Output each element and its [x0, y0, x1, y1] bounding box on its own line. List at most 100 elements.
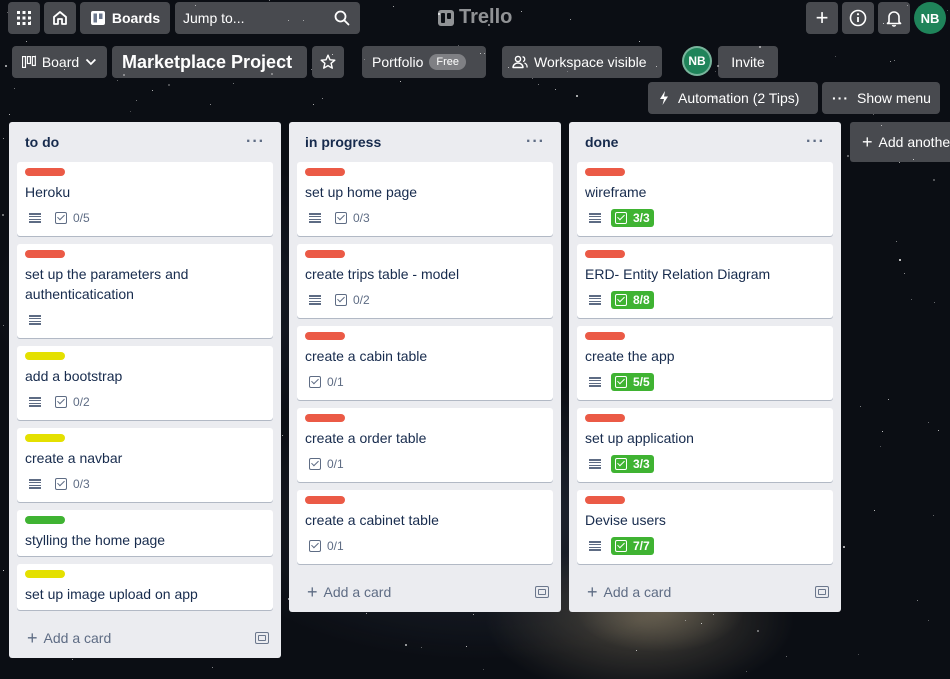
card-label-red[interactable] [305, 250, 345, 258]
plus-icon: + [815, 5, 829, 30]
card[interactable]: create a order table 0/1 [297, 408, 553, 482]
card[interactable]: create the app 5/5 [577, 326, 833, 400]
user-avatar[interactable]: NB [914, 2, 946, 34]
card[interactable]: create trips table - model 0/2 [297, 244, 553, 318]
checklist-count: 8/8 [633, 293, 650, 307]
home-button[interactable] [44, 2, 76, 34]
description-icon [309, 295, 321, 305]
card[interactable]: Heroku 0/5 [17, 162, 273, 236]
card-label-red[interactable] [25, 168, 65, 176]
list-header[interactable]: in progress ··· [297, 122, 553, 162]
card[interactable]: create a cabin table 0/1 [297, 326, 553, 400]
description-icon [29, 315, 41, 325]
card[interactable]: create a navbar 0/3 [17, 428, 273, 502]
info-icon [849, 9, 867, 27]
search-icon [334, 10, 350, 26]
checklist-icon [615, 212, 627, 224]
card[interactable]: set up image upload on app [17, 564, 273, 610]
card-badges: 0/1 [305, 452, 545, 476]
list-in-progress[interactable]: in progress ··· set up home page 0/3 create … [289, 122, 561, 612]
show-menu-button[interactable]: ··· Show menu [822, 82, 940, 114]
card[interactable]: set up home page 0/3 [297, 162, 553, 236]
list-actions-icon[interactable]: ··· [246, 133, 265, 151]
boards-label: Boards [111, 10, 161, 26]
card-label-red[interactable] [25, 250, 65, 258]
checklist-count: 0/1 [327, 539, 344, 553]
card-label-red[interactable] [585, 332, 625, 340]
checklist-icon [55, 396, 67, 408]
board-title-button[interactable]: Marketplace Project [112, 46, 307, 78]
list-header[interactable]: to do ··· [17, 122, 273, 162]
notifications-button[interactable] [878, 2, 910, 34]
card-template-icon[interactable] [815, 586, 829, 598]
card-label-red[interactable] [305, 168, 345, 176]
checklist-icon [55, 212, 67, 224]
card[interactable]: ERD- Entity Relation Diagram 8/8 [577, 244, 833, 318]
card[interactable]: stylling the home page [17, 510, 273, 556]
star-board-button[interactable] [312, 46, 344, 78]
card-label-red[interactable] [305, 414, 345, 422]
checklist-icon [615, 376, 627, 388]
card[interactable]: wireframe 3/3 [577, 162, 833, 236]
search-input[interactable]: Jump to... [175, 2, 360, 34]
checklist-badge: 0/1 [305, 455, 348, 473]
board-view-switcher[interactable]: Board [12, 46, 107, 78]
checklist-badge: 0/1 [305, 537, 348, 555]
card-label-red[interactable] [305, 496, 345, 504]
list-done[interactable]: done ··· wireframe 3/3 ERD- Entity Relation … [569, 122, 841, 612]
list-actions-icon[interactable]: ··· [806, 133, 825, 151]
card-label-yellow[interactable] [25, 352, 65, 360]
checklist-badge: 8/8 [611, 291, 654, 309]
card-label-green[interactable] [25, 516, 65, 524]
add-card-button[interactable]: + Add a card [587, 583, 671, 601]
card-label-red[interactable] [585, 250, 625, 258]
top-navigation-bar: Boards Jump to... Trello + NB [0, 0, 950, 36]
checklist-badge: 0/1 [305, 373, 348, 391]
description-icon [309, 213, 321, 223]
card[interactable]: set up the parameters and authenticatica… [17, 244, 273, 338]
card-label-yellow[interactable] [25, 570, 65, 578]
card-badges: 0/5 [25, 206, 265, 230]
list-title[interactable]: in progress [305, 134, 381, 150]
card[interactable]: set up application 3/3 [577, 408, 833, 482]
trello-logo[interactable]: Trello [438, 6, 512, 29]
card-label-red[interactable] [585, 414, 625, 422]
list-title[interactable]: done [585, 134, 618, 150]
boards-button[interactable]: Boards [80, 2, 170, 34]
automation-label: Automation (2 Tips) [678, 90, 800, 106]
card-label-red[interactable] [305, 332, 345, 340]
checklist-badge: 7/7 [611, 537, 654, 555]
card-label-yellow[interactable] [25, 434, 65, 442]
card-badges: 3/3 [585, 452, 825, 476]
card[interactable]: add a bootstrap 0/2 [17, 346, 273, 420]
list-header[interactable]: done ··· [577, 122, 833, 162]
app-switcher-button[interactable] [8, 2, 40, 34]
board-member-avatar[interactable]: NB [682, 46, 712, 76]
list-title[interactable]: to do [25, 134, 59, 150]
card[interactable]: create a cabinet table 0/1 [297, 490, 553, 564]
add-card-button[interactable]: + Add a card [27, 629, 111, 647]
card-template-icon[interactable] [535, 586, 549, 598]
plus-icon: + [862, 132, 873, 152]
workspace-button[interactable]: Portfolio Free [362, 46, 486, 78]
card-badges: 5/5 [585, 370, 825, 394]
card-badges: 0/3 [25, 472, 265, 496]
information-button[interactable] [842, 2, 874, 34]
add-card-button[interactable]: + Add a card [307, 583, 391, 601]
automation-button[interactable]: Automation (2 Tips) [648, 82, 818, 114]
card-title: set up application [585, 430, 694, 446]
visibility-label: Workspace visible [534, 54, 647, 70]
card-label-red[interactable] [585, 168, 625, 176]
search-placeholder: Jump to... [183, 10, 245, 26]
card-label-red[interactable] [585, 496, 625, 504]
add-list-button[interactable]: + Add another list [850, 122, 950, 162]
list-actions-icon[interactable]: ··· [526, 133, 545, 151]
card[interactable]: Devise users 7/7 [577, 490, 833, 564]
create-button[interactable]: + [806, 2, 838, 34]
invite-button[interactable]: Invite [718, 46, 778, 78]
list-to-do[interactable]: to do ··· Heroku 0/5 set up the parameters a… [9, 122, 281, 658]
visibility-button[interactable]: Workspace visible [502, 46, 662, 78]
checklist-badge: 0/2 [51, 393, 94, 411]
card-template-icon[interactable] [255, 632, 269, 644]
checklist-count: 0/3 [73, 477, 90, 491]
